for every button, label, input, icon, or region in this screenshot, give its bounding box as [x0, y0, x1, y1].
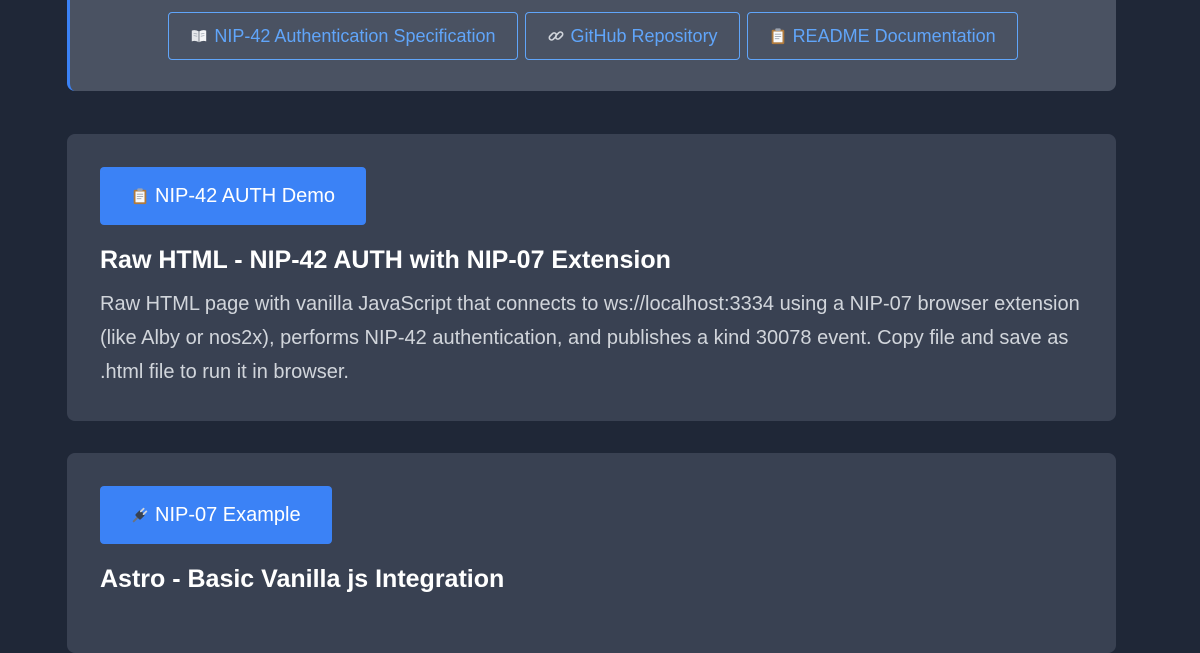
nip42-spec-link-label: NIP-42 Authentication Specification	[214, 25, 496, 46]
nip42-auth-demo-label: NIP-42 AUTH Demo	[155, 184, 336, 207]
nip42-spec-link[interactable]: NIP-42 Authentication Specification	[168, 12, 518, 60]
resource-links-row: NIP-42 Authentication Specification GitH…	[70, 12, 1116, 60]
github-repository-link-label: GitHub Repository	[570, 25, 718, 46]
open-book-icon	[190, 27, 208, 45]
example-card-nip07: NIP-07 Example Astro - Basic Vanilla js …	[67, 453, 1116, 653]
example-title: Raw HTML - NIP-42 AUTH with NIP-07 Exten…	[100, 246, 671, 274]
readme-documentation-link[interactable]: README Documentation	[746, 12, 1018, 60]
nip07-example-button[interactable]: NIP-07 Example	[100, 486, 332, 544]
example-description: Raw HTML page with vanilla JavaScript th…	[100, 293, 1080, 383]
readme-documentation-link-label: README Documentation	[792, 25, 996, 46]
github-repository-link[interactable]: GitHub Repository	[524, 12, 740, 60]
example-card-nip42-auth: NIP-42 AUTH Demo Raw HTML - NIP-42 AUTH …	[67, 134, 1116, 421]
nip07-example-label: NIP-07 Example	[155, 503, 301, 526]
nip42-auth-demo-button[interactable]: NIP-42 AUTH Demo	[100, 167, 367, 225]
clipboard-icon	[131, 187, 149, 205]
resource-links-panel: NIP-42 Authentication Specification GitH…	[67, 0, 1116, 91]
example-title: Astro - Basic Vanilla js Integration	[100, 565, 505, 593]
link-icon	[547, 27, 565, 45]
clipboard-icon	[769, 27, 787, 45]
plug-icon	[131, 506, 149, 524]
